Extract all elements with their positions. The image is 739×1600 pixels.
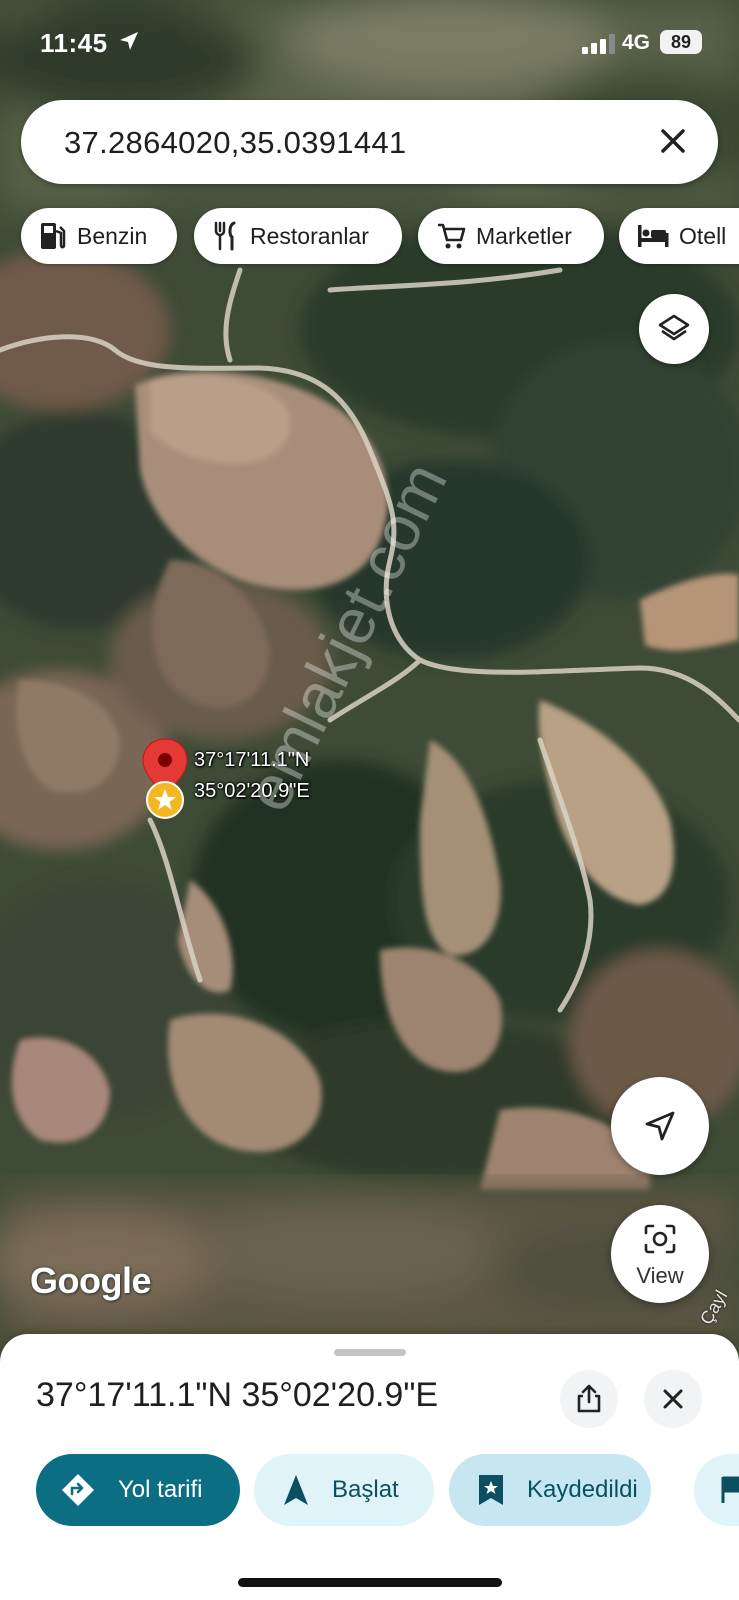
action-buttons-row: Yol tarifi Başlat Kaydedildi (0, 1454, 739, 1526)
bookmark-star-icon (479, 1475, 503, 1505)
layers-icon (658, 314, 690, 341)
network-type: 4G (622, 31, 651, 54)
view-label: View (636, 1263, 684, 1288)
search-query[interactable]: 37.2864020,35.0391441 (64, 125, 406, 161)
view-button[interactable]: View (611, 1205, 709, 1303)
directions-label: Yol tarifi (118, 1476, 203, 1503)
category-chips: Benzin Restoranlar Marketler Otell (21, 208, 739, 264)
saved-button[interactable]: Kaydedildi (449, 1454, 651, 1526)
place-title: 37°17'11.1"N 35°02'20.9"E (36, 1376, 439, 1414)
gas-station-icon (41, 223, 66, 249)
home-indicator[interactable] (238, 1578, 502, 1587)
chip-label: Marketler (476, 222, 572, 249)
chip-oteller[interactable]: Otell (619, 208, 739, 264)
location-pin[interactable] (140, 738, 190, 825)
chip-label: Restoranlar (250, 222, 369, 249)
start-button[interactable]: Başlat (254, 1454, 434, 1526)
hotel-bed-icon (638, 225, 669, 247)
saved-star-icon (146, 781, 184, 819)
chip-benzin[interactable]: Benzin (21, 208, 177, 264)
navigation-arrow-icon (645, 1111, 675, 1141)
google-logo: Google (30, 1260, 152, 1301)
place-bottom-sheet[interactable]: 37°17'11.1"N 35°02'20.9"E Yol tarifi Baş… (0, 1334, 739, 1600)
saved-label: Kaydedildi (527, 1476, 638, 1503)
location-services-icon (118, 30, 140, 57)
sheet-drag-handle[interactable] (334, 1349, 406, 1356)
navigation-arrow-icon (284, 1475, 308, 1505)
chip-label: Otell (679, 222, 727, 249)
chip-marketler[interactable]: Marketler (418, 208, 604, 264)
close-sheet-button[interactable] (644, 1370, 702, 1428)
more-action-button[interactable] (694, 1454, 739, 1526)
share-icon (577, 1384, 601, 1413)
directions-button[interactable]: Yol tarifi (36, 1454, 240, 1526)
chip-restoranlar[interactable]: Restoranlar (194, 208, 402, 264)
search-bar[interactable]: 37.2864020,35.0391441 (21, 100, 718, 184)
clear-search-button[interactable] (658, 126, 688, 161)
start-label: Başlat (332, 1476, 399, 1503)
status-bar: 11:45 4G 89 (0, 0, 739, 90)
status-time: 11:45 (40, 28, 108, 58)
close-icon (661, 129, 685, 153)
map-layers-button[interactable] (639, 294, 709, 364)
restaurant-icon (214, 221, 236, 251)
camera-scan-icon (644, 1224, 676, 1254)
battery-indicator: 89 (660, 30, 702, 54)
flag-icon (721, 1476, 739, 1503)
directions-icon (62, 1474, 94, 1506)
shopping-cart-icon (438, 223, 466, 249)
cellular-signal-icon (582, 34, 616, 59)
my-location-button[interactable] (611, 1077, 709, 1175)
chip-label: Benzin (77, 222, 148, 249)
share-button[interactable] (560, 1370, 618, 1428)
close-icon (663, 1389, 683, 1409)
